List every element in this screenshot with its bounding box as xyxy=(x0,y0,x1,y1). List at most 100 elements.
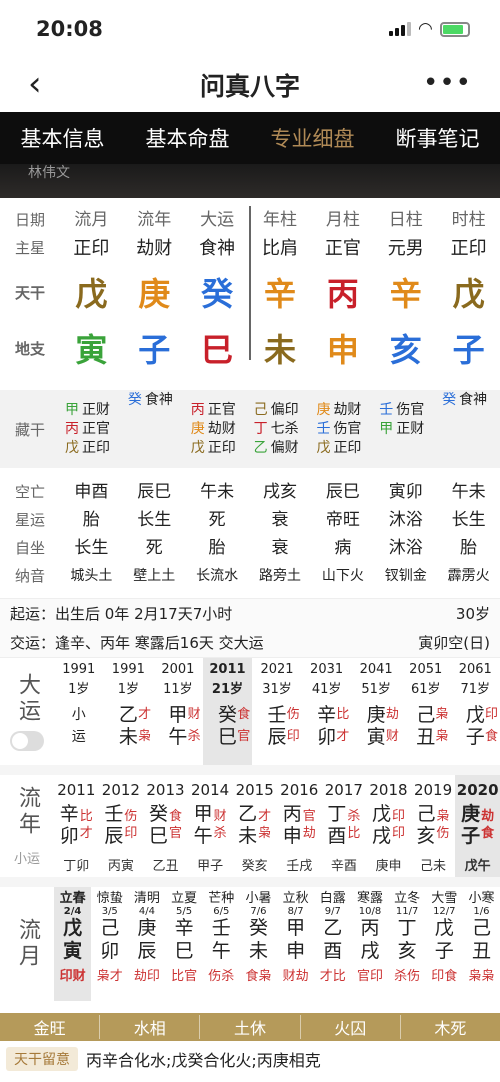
dizhi-cell: 亥 xyxy=(389,331,422,369)
canggan-cell: 己偏印 丁七杀 乙偏财 xyxy=(249,401,312,458)
liunian-item[interactable]: 2019 己亥枭伤己未 xyxy=(411,775,456,877)
ly-date: 7/6 xyxy=(250,906,267,917)
liunian-item[interactable]: 2012 壬辰伤印丙寅 xyxy=(99,775,144,877)
ly-zhi: 辰 xyxy=(137,940,157,962)
info-cell: 申酉 xyxy=(74,482,109,502)
ln-year: 2015 xyxy=(235,781,274,799)
liunian-item-current[interactable]: 2020 庚子劫食戊午 xyxy=(455,775,500,877)
du-gan: 戊 xyxy=(465,704,485,726)
liuyue-item[interactable]: 立夏 5/5 辛巳比官 xyxy=(166,887,203,1001)
du-age: 41岁 xyxy=(311,682,342,697)
info-cell: 长生 xyxy=(451,510,486,530)
ln-ss: 枭 xyxy=(436,809,450,824)
dayun-item[interactable]: 1991 1岁小运 xyxy=(54,658,104,765)
du-age: 51岁 xyxy=(361,682,391,697)
liunian-item[interactable]: 2011 辛卯比才丁卯 xyxy=(54,775,99,877)
kongwang-label: 空亡 xyxy=(14,483,45,501)
qiyun-jiaoyun: 交运：逢辛、丙年 寒露后16天 交大运 xyxy=(10,634,264,652)
cg-god: 正印 xyxy=(207,439,236,456)
liuyue-item[interactable]: 小暑 7/6 癸未食枭 xyxy=(240,887,277,1001)
ly-date: 1/6 xyxy=(473,906,490,917)
tiangan-note-badge: 天干留意 xyxy=(6,1047,78,1071)
liunian-item[interactable]: 2014 甲午财杀甲子 xyxy=(188,775,233,877)
dayun-item[interactable]: 2001 11岁甲财午杀 xyxy=(153,658,203,765)
dayun-item[interactable]: 2051 61岁己枭丑枭 xyxy=(401,658,451,765)
tab-basic-chart[interactable]: 基本命盘 xyxy=(125,123,250,153)
liuyue-item[interactable]: 立冬 11/7 丁亥杀伤 xyxy=(389,887,426,1001)
ly-jieqi: 芒种 xyxy=(208,891,235,906)
info-cell: 胎 xyxy=(208,538,226,558)
liunian-item[interactable]: 2013 癸巳食官乙丑 xyxy=(143,775,188,877)
liuyue-item[interactable]: 惊蛰 3/5 己卯枭才 xyxy=(91,887,128,1001)
toggle-switch[interactable] xyxy=(10,730,44,751)
liuyue-item[interactable]: 寒露 10/8 丙戌官印 xyxy=(351,887,388,1001)
ly-gan: 甲 xyxy=(286,917,306,939)
ln-xiaoyun: 辛酉 xyxy=(330,859,357,874)
ln-gan: 癸 xyxy=(148,803,168,825)
dizhi-cell: 未 xyxy=(264,331,297,369)
info-cell: 长生 xyxy=(74,538,109,558)
du-age: 1岁 xyxy=(68,682,90,697)
zizuo-row: 自坐 长生 死 胎 衰 病 沐浴 胎 xyxy=(0,534,500,562)
ly-zhi: 申 xyxy=(286,940,306,962)
tab-basic-info[interactable]: 基本信息 xyxy=(0,123,125,153)
ln-zhi: 卯 xyxy=(59,825,79,847)
wuxing-item: 土休 xyxy=(199,1015,299,1039)
du-ss: 伤 xyxy=(286,707,300,722)
dayun-item[interactable]: 2031 41岁辛比卯才 xyxy=(302,658,352,765)
du-ss: 财 xyxy=(187,707,201,722)
du-ss: 食 xyxy=(237,707,251,722)
dayun-item[interactable]: 1991 1岁乙才未枭 xyxy=(104,658,154,765)
cg-stem: 己 xyxy=(253,401,268,418)
pillar-info-table: 空亡 申酉 辰巳 午未 戌亥 辰巳 寅卯 午未 星运 胎 长生 死 衰 帝旺 沐… xyxy=(0,478,500,590)
ln-year: 2014 xyxy=(190,781,230,799)
tab-pro-chart[interactable]: 专业细盘 xyxy=(250,123,375,153)
ln-ss: 官 xyxy=(302,809,316,824)
dizhi-cell: 申 xyxy=(326,331,359,369)
du-gz: 午杀 xyxy=(153,726,203,748)
ln-gan: 丁 xyxy=(327,803,347,825)
back-icon[interactable]: ‹ xyxy=(28,64,42,104)
wuxing-bar: 金旺 水相 土休 火囚 木死 xyxy=(0,1013,500,1041)
dayun-item[interactable]: 2021 31岁壬伤辰印 xyxy=(252,658,302,765)
ln-ss: 才 xyxy=(79,826,93,841)
liunian-item[interactable]: 2017 丁酉杀比辛酉 xyxy=(322,775,367,877)
du-gz: 子食 xyxy=(451,726,500,748)
ly-ss: 枭才 xyxy=(96,969,123,984)
tiangan-cell: 庚 xyxy=(138,275,171,313)
signal-icon xyxy=(388,22,411,36)
du-year: 1991 xyxy=(62,662,96,677)
ly-ss: 比官 xyxy=(171,969,198,984)
ly-jieqi: 大雪 xyxy=(431,891,458,906)
dayun-item[interactable]: 2061 71岁戊印子食 xyxy=(451,658,500,765)
ly-jieqi: 白露 xyxy=(319,891,346,906)
status-bar: 20:08 ◠ xyxy=(0,0,500,58)
ln-gz: 癸巳食官 xyxy=(143,803,188,847)
more-icon[interactable]: ••• xyxy=(423,68,472,98)
qiyun-age: 30岁 xyxy=(455,605,490,623)
liunian-item[interactable]: 2015 乙未才枭癸亥 xyxy=(232,775,277,877)
ln-ss: 比 xyxy=(347,826,361,841)
liuyue-item-current[interactable]: 立春 2/4 戊寅印财 xyxy=(54,887,92,1001)
liuyue-item[interactable]: 芒种 6/5 壬午伤杀 xyxy=(203,887,240,1001)
liuyue-item[interactable]: 小寒 1/6 己丑枭枭 xyxy=(463,887,500,1001)
ln-zhi: 子 xyxy=(461,825,481,847)
dayun-item[interactable]: 2041 51岁庚劫寅财 xyxy=(351,658,401,765)
ly-zhi: 丑 xyxy=(471,940,491,962)
tab-notes[interactable]: 断事笔记 xyxy=(375,123,500,153)
ln-xiaoyun: 戊午 xyxy=(464,859,491,874)
liuyue-item[interactable]: 大雪 12/7 戊子印食 xyxy=(426,887,463,1001)
ly-date: 6/5 xyxy=(213,906,230,917)
liuyue-item[interactable]: 清明 4/4 庚辰劫印 xyxy=(128,887,165,1001)
liunian-item[interactable]: 2018 戊戌印印庚申 xyxy=(366,775,411,877)
liuyue-item[interactable]: 立秋 8/7 甲申财劫 xyxy=(277,887,314,1001)
ln-xiaoyun: 己未 xyxy=(420,859,447,874)
liuyue-item[interactable]: 白露 9/7 乙酉才比 xyxy=(314,887,351,1001)
du-age: 31岁 xyxy=(262,682,292,697)
ln-xiaoyun: 壬戌 xyxy=(286,859,313,874)
dayun-item-current[interactable]: 2011 21岁癸食巳官 xyxy=(202,658,253,765)
liunian-item[interactable]: 2016 丙申官劫壬戌 xyxy=(277,775,322,877)
du-gan: 己 xyxy=(416,704,436,726)
header-hour: 时柱 xyxy=(451,210,486,230)
zhuxing-cell: 元男 xyxy=(387,238,424,259)
